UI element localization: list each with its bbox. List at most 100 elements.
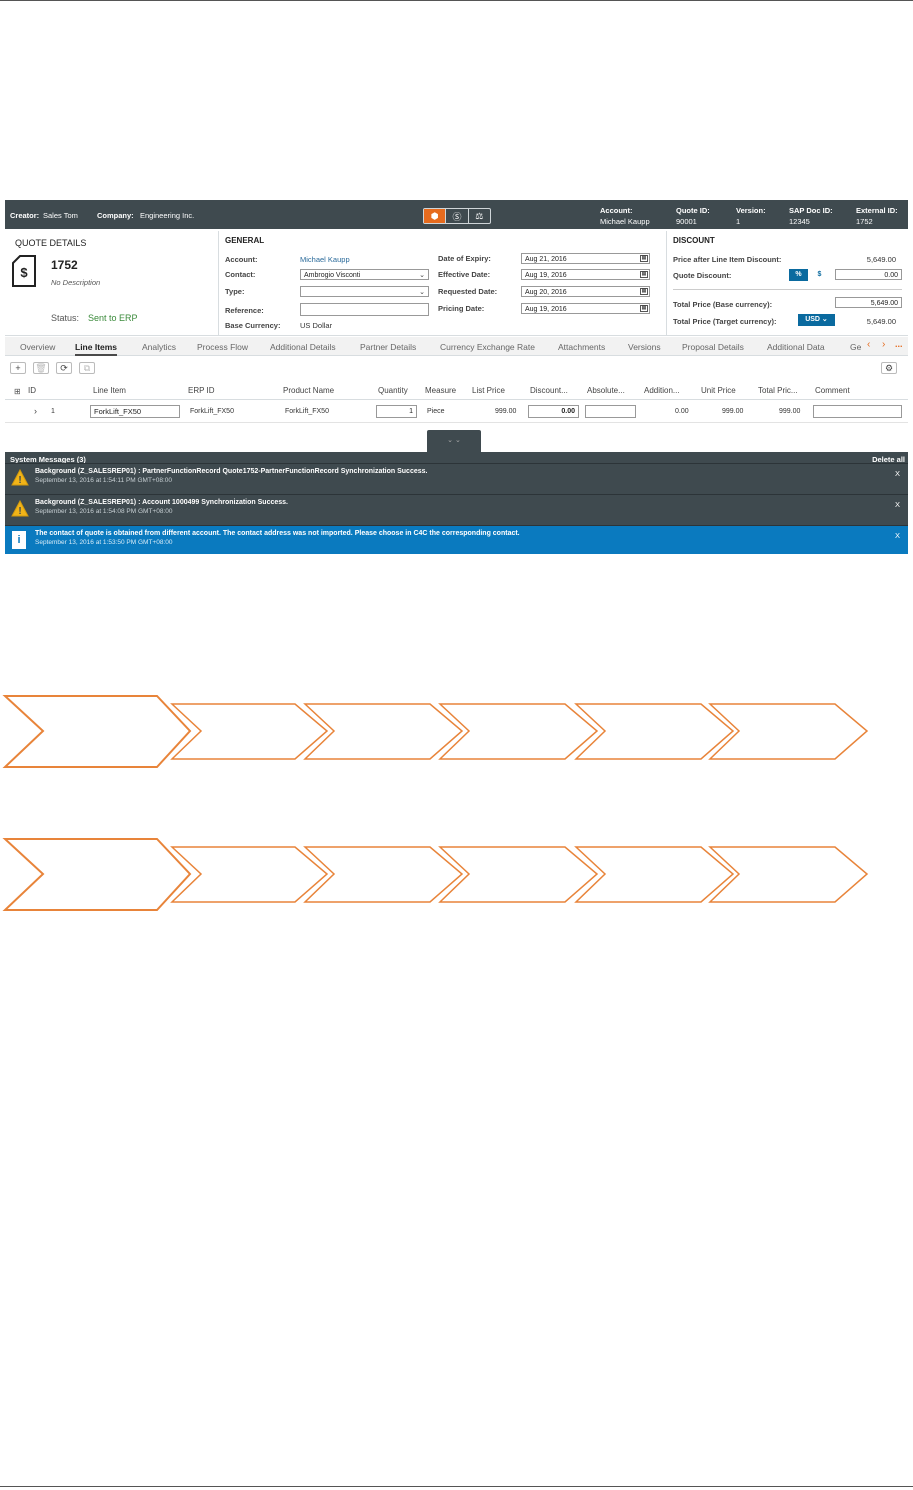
message-text: The contact of quote is obtained from di… — [35, 530, 520, 537]
settings-icon[interactable]: ⚙ — [881, 362, 897, 374]
expiry-date-input[interactable]: Aug 21, 2016 ▦ — [521, 253, 650, 264]
row-additional: 0.00 — [675, 408, 689, 415]
quote-discount-input[interactable]: 0.00 — [835, 269, 902, 280]
chevron-left-icon[interactable]: ‹ — [867, 339, 870, 350]
quote-details-title: QUOTE DETAILS — [15, 238, 87, 248]
quote-description: No Description — [51, 278, 101, 287]
quote-discount-label: Quote Discount: — [673, 271, 732, 280]
copy-icon[interactable]: ⧉ — [79, 362, 95, 374]
account-value: Michael Kaupp — [600, 217, 650, 226]
close-icon[interactable]: X — [895, 500, 900, 509]
currency-dropdown[interactable]: USD ⌄ — [798, 314, 835, 326]
requested-date-value: Aug 20, 2016 — [525, 289, 567, 296]
divider — [673, 289, 902, 290]
refresh-icon[interactable]: ⟳ — [56, 362, 72, 374]
col-line-item[interactable]: Line Item — [93, 386, 126, 395]
col-erp-id[interactable]: ERP ID — [188, 386, 215, 395]
tab-additional-details[interactable]: Additional Details — [270, 342, 336, 352]
page-bottom-rule — [0, 1486, 913, 1487]
scales-icon[interactable]: ⚖ — [469, 209, 490, 223]
status-label: Status: — [51, 313, 80, 323]
dollar-icon[interactable]: Ⓢ — [446, 209, 469, 223]
message-item: i The contact of quote is obtained from … — [5, 525, 908, 554]
effective-date-input[interactable]: Aug 19, 2016 ▦ — [521, 269, 650, 280]
tab-versions[interactable]: Versions — [628, 342, 661, 352]
tab-currency-exchange-rate[interactable]: Currency Exchange Rate — [440, 342, 535, 352]
chevron-right-icon[interactable]: › — [882, 339, 885, 350]
message-time: September 13, 2016 at 1:54:11 PM GMT+08:… — [35, 477, 173, 484]
calendar-icon[interactable]: ▦ — [640, 305, 648, 312]
tab-attachments[interactable]: Attachments — [558, 342, 605, 352]
row-id: 1 — [51, 408, 55, 415]
svg-text:$: $ — [20, 265, 28, 280]
expand-row-icon[interactable]: › — [34, 406, 37, 416]
quantity-input[interactable]: 1 — [376, 405, 417, 418]
after-discount-label: Price after Line Item Discount: — [673, 255, 782, 264]
requested-date-input[interactable]: Aug 20, 2016 ▦ — [521, 286, 650, 297]
type-select[interactable]: ⌄ — [300, 286, 429, 297]
tab-overview[interactable]: Overview — [20, 342, 55, 352]
box-icon[interactable]: ⬢ — [424, 209, 447, 223]
add-icon[interactable]: + — [10, 362, 26, 374]
discount-input[interactable]: 0.00 — [528, 405, 579, 418]
col-comment[interactable]: Comment — [815, 386, 850, 395]
delete-icon[interactable]: 🗑 — [33, 362, 49, 374]
col-absolute[interactable]: Absolute... — [587, 386, 625, 395]
chevron-step — [303, 846, 464, 903]
contact-field-label: Contact: — [225, 270, 256, 279]
chevron-step — [438, 846, 599, 903]
tab-proposal-details[interactable]: Proposal Details — [682, 342, 744, 352]
tab-analytics[interactable]: Analytics — [142, 342, 176, 352]
tab-partner-details[interactable]: Partner Details — [360, 342, 416, 352]
view-mode-switch[interactable]: ⬢ Ⓢ ⚖ — [423, 208, 491, 224]
comment-input[interactable] — [813, 405, 902, 418]
message-text: Background (Z_SALESREP01) : PartnerFunct… — [35, 468, 428, 475]
line-item-input[interactable]: ForkLift_FX50 — [90, 405, 180, 418]
chevron-down-icon: ⌄ — [419, 289, 425, 296]
message-text: Background (Z_SALESREP01) : Account 1000… — [35, 499, 288, 506]
hierarchy-icon[interactable]: ⊞ — [14, 387, 21, 396]
absolute-input[interactable] — [585, 405, 636, 418]
percent-toggle[interactable]: % — [789, 269, 808, 281]
reference-input[interactable] — [300, 303, 429, 316]
tab-additional-data[interactable]: Additional Data — [767, 342, 825, 352]
col-unit-price[interactable]: Unit Price — [701, 386, 736, 395]
col-product-name[interactable]: Product Name — [283, 386, 334, 395]
col-discount[interactable]: Discount... — [530, 386, 568, 395]
amount-toggle[interactable]: $ — [810, 269, 829, 281]
chevron-step — [303, 703, 464, 760]
pricing-label: Pricing Date: — [438, 304, 485, 313]
pricing-date-input[interactable]: Aug 19, 2016 ▦ — [521, 303, 650, 314]
col-total-price[interactable]: Total Pric... — [758, 386, 798, 395]
base-total-input[interactable]: 5,649.00 — [835, 297, 902, 308]
effective-date-value: Aug 19, 2016 — [525, 272, 567, 279]
collapse-handle[interactable]: ⌄ ⌄ — [427, 430, 481, 452]
calendar-icon[interactable]: ▦ — [640, 271, 648, 278]
close-icon[interactable]: X — [895, 531, 900, 540]
col-measure[interactable]: Measure — [425, 386, 456, 395]
account-link[interactable]: Michael Kaupp — [300, 255, 350, 264]
col-quantity[interactable]: Quantity — [378, 386, 408, 395]
col-list-price[interactable]: List Price — [472, 386, 505, 395]
chevron-step — [170, 846, 329, 903]
currency-value: US Dollar — [300, 321, 333, 330]
col-id[interactable]: ID — [28, 386, 36, 395]
tab-ge[interactable]: Ge — [850, 342, 861, 352]
row-divider — [5, 422, 908, 423]
tab-process-flow[interactable]: Process Flow — [197, 342, 248, 352]
creator-label: Creator: — [10, 211, 40, 220]
type-field-label: Type: — [225, 287, 245, 296]
row-product-link[interactable]: ForkLift_FX50 — [285, 408, 329, 415]
close-icon[interactable]: X — [895, 469, 900, 478]
calendar-icon[interactable]: ▦ — [640, 255, 648, 262]
col-additional[interactable]: Addition... — [644, 386, 680, 395]
reference-field-label: Reference: — [225, 306, 264, 315]
contact-select[interactable]: Ambrogio Visconti ⌄ — [300, 269, 429, 280]
tab-line-items[interactable]: Line Items — [75, 342, 118, 356]
more-tabs-icon[interactable]: ... — [895, 339, 903, 349]
info-icon: i — [12, 531, 26, 549]
chevron-step — [170, 703, 329, 760]
sap-doc-label: SAP Doc ID: — [789, 206, 833, 215]
row-measure: Piece — [427, 408, 445, 415]
calendar-icon[interactable]: ▦ — [640, 288, 648, 295]
